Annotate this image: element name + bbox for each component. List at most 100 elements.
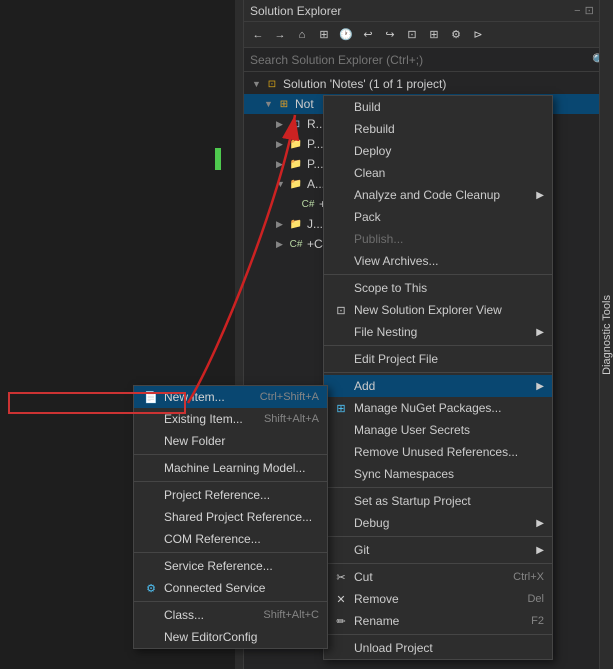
toolbar-forward-btn[interactable]: → xyxy=(270,25,290,45)
sub-editor-config[interactable]: New EditorConfig xyxy=(134,626,327,648)
ctx-startup[interactable]: Set as Startup Project xyxy=(324,490,552,512)
expand-icon-1: ▶ xyxy=(276,119,288,130)
ctx-user-secrets-label: Manage User Secrets xyxy=(354,423,470,437)
ctx-deploy-label: Deploy xyxy=(354,144,391,158)
ctx-nuget[interactable]: ⊞ Manage NuGet Packages... xyxy=(324,397,552,419)
connected-service-icon: ⚙ xyxy=(142,582,160,595)
file-icon-2: C# xyxy=(288,236,304,252)
sub-new-folder[interactable]: New Folder xyxy=(134,430,327,452)
ctx-file-nesting-label: File Nesting xyxy=(354,325,417,339)
ctx-nesting-arrow: ▶ xyxy=(536,327,544,338)
sub-new-folder-label: New Folder xyxy=(164,434,225,448)
ctx-remove-shortcut: Del xyxy=(527,593,544,605)
folder-icon-4: 📁 xyxy=(288,216,304,232)
sub-ml-model[interactable]: Machine Learning Model... xyxy=(134,457,327,479)
sub-project-ref-label: Project Reference... xyxy=(164,488,270,502)
cut-icon: ✂ xyxy=(332,571,350,584)
ctx-startup-label: Set as Startup Project xyxy=(354,494,471,508)
expand-icon-7: ▶ xyxy=(276,239,288,250)
ctx-debug-arrow: ▶ xyxy=(536,518,544,529)
sub-class[interactable]: Class... Shift+Alt+C xyxy=(134,604,327,626)
toolbar-redo-btn[interactable]: ↪ xyxy=(380,25,400,45)
sub-service-ref-label: Service Reference... xyxy=(164,559,273,573)
sub-service-ref[interactable]: Service Reference... xyxy=(134,555,327,577)
ctx-sync-ns[interactable]: Sync Namespaces xyxy=(324,463,552,485)
sub-shared-ref[interactable]: Shared Project Reference... xyxy=(134,506,327,528)
ctx-git[interactable]: Git ▶ xyxy=(324,539,552,561)
ctx-rebuild[interactable]: Rebuild xyxy=(324,118,552,140)
remove-icon: ✕ xyxy=(332,593,350,606)
ctx-clean[interactable]: Clean xyxy=(324,162,552,184)
toolbar-undo-btn[interactable]: ↩ xyxy=(358,25,378,45)
ctx-view-archives[interactable]: View Archives... xyxy=(324,250,552,272)
se-title: Solution Explorer xyxy=(250,4,341,18)
sub-project-ref[interactable]: Project Reference... xyxy=(134,484,327,506)
sub-existing-item[interactable]: Existing Item... Shift+Alt+A xyxy=(134,408,327,430)
se-search-bar: 🔍 xyxy=(244,48,613,72)
ctx-rename-label: Rename xyxy=(354,614,399,628)
solution-node[interactable]: ▼ ⊡ Solution 'Notes' (1 of 1 project) xyxy=(244,74,613,94)
ctx-edit-project[interactable]: Edit Project File xyxy=(324,348,552,370)
ctx-analyze[interactable]: Analyze and Code Cleanup ▶ xyxy=(324,184,552,206)
expand-icon-3: ▶ xyxy=(276,159,288,170)
pin-icon[interactable]: − xyxy=(574,5,580,17)
ctx-scope[interactable]: Scope to This xyxy=(324,277,552,299)
ctx-add-arrow: ▶ xyxy=(536,381,544,392)
se-search-input[interactable] xyxy=(250,53,592,67)
submenu-add: 📄 New Item... Ctrl+Shift+A Existing Item… xyxy=(133,385,328,649)
ctx-unload[interactable]: Unload Project xyxy=(324,637,552,659)
sub-connected-service-label: Connected Service xyxy=(164,581,265,595)
sub-com-ref[interactable]: COM Reference... xyxy=(134,528,327,550)
toolbar-play-btn[interactable]: ⊳ xyxy=(468,25,488,45)
ctx-build-label: Build xyxy=(354,100,381,114)
ctx-sep-2 xyxy=(324,345,552,346)
ctx-cut-label: Cut xyxy=(354,570,373,584)
ctx-remove[interactable]: ✕ Remove Del xyxy=(324,588,552,610)
toolbar-home-btn[interactable]: ⌂ xyxy=(292,25,312,45)
green-indicator-bar xyxy=(215,148,221,170)
ref-icon: ⊡ xyxy=(288,116,304,132)
sub-shared-ref-label: Shared Project Reference... xyxy=(164,510,312,524)
ctx-pack[interactable]: Pack xyxy=(324,206,552,228)
ctx-publish[interactable]: Publish... xyxy=(324,228,552,250)
expand-icon-4: ▼ xyxy=(276,179,288,189)
sub-editor-config-label: New EditorConfig xyxy=(164,630,257,644)
toolbar-settings-btn[interactable]: ⚙ xyxy=(446,25,466,45)
ctx-new-view[interactable]: ⊡ New Solution Explorer View xyxy=(324,299,552,321)
ctx-add[interactable]: Add ▶ xyxy=(324,375,552,397)
sub-new-item-shortcut: Ctrl+Shift+A xyxy=(260,391,319,403)
ctx-git-label: Git xyxy=(354,543,369,557)
toolbar-back-btn[interactable]: ← xyxy=(248,25,268,45)
ctx-new-view-label: New Solution Explorer View xyxy=(354,303,502,317)
sub-connected-service[interactable]: ⚙ Connected Service xyxy=(134,577,327,599)
sub-existing-shortcut: Shift+Alt+A xyxy=(264,413,319,425)
ctx-remove-unused-label: Remove Unused References... xyxy=(354,445,518,459)
float-icon[interactable]: ⊡ xyxy=(585,4,594,17)
toolbar-grid-btn[interactable]: ⊞ xyxy=(314,25,334,45)
ctx-deploy[interactable]: Deploy xyxy=(324,140,552,162)
new-item-icon: 📄 xyxy=(142,391,160,404)
ctx-build[interactable]: Build xyxy=(324,96,552,118)
ctx-cut[interactable]: ✂ Cut Ctrl+X xyxy=(324,566,552,588)
sub-sep-3 xyxy=(134,552,327,553)
folder-icon: 📁 xyxy=(288,136,304,152)
ctx-user-secrets[interactable]: Manage User Secrets xyxy=(324,419,552,441)
expand-icon: ▼ xyxy=(264,99,276,109)
toolbar-clock-btn[interactable]: 🕐 xyxy=(336,25,356,45)
diagnostic-tools-sidebar[interactable]: Diagnostic Tools xyxy=(599,0,613,669)
ctx-remove-unused[interactable]: Remove Unused References... xyxy=(324,441,552,463)
ctx-add-label: Add xyxy=(354,379,375,393)
sub-new-item[interactable]: 📄 New Item... Ctrl+Shift+A xyxy=(134,386,327,408)
ctx-sep-7 xyxy=(324,634,552,635)
sub-sep-1 xyxy=(134,454,327,455)
ctx-file-nesting[interactable]: File Nesting ▶ xyxy=(324,321,552,343)
ctx-debug[interactable]: Debug ▶ xyxy=(324,512,552,534)
ctx-rename[interactable]: ✏ Rename F2 xyxy=(324,610,552,632)
ctx-sep-1 xyxy=(324,274,552,275)
file-icon: C# xyxy=(300,196,316,212)
context-menu-main: Build Rebuild Deploy Clean Analyze and C… xyxy=(323,95,553,660)
ctx-analyze-label: Analyze and Code Cleanup xyxy=(354,188,500,202)
ctx-debug-label: Debug xyxy=(354,516,389,530)
toolbar-add-btn[interactable]: ⊞ xyxy=(424,25,444,45)
toolbar-layout-btn[interactable]: ⊡ xyxy=(402,25,422,45)
